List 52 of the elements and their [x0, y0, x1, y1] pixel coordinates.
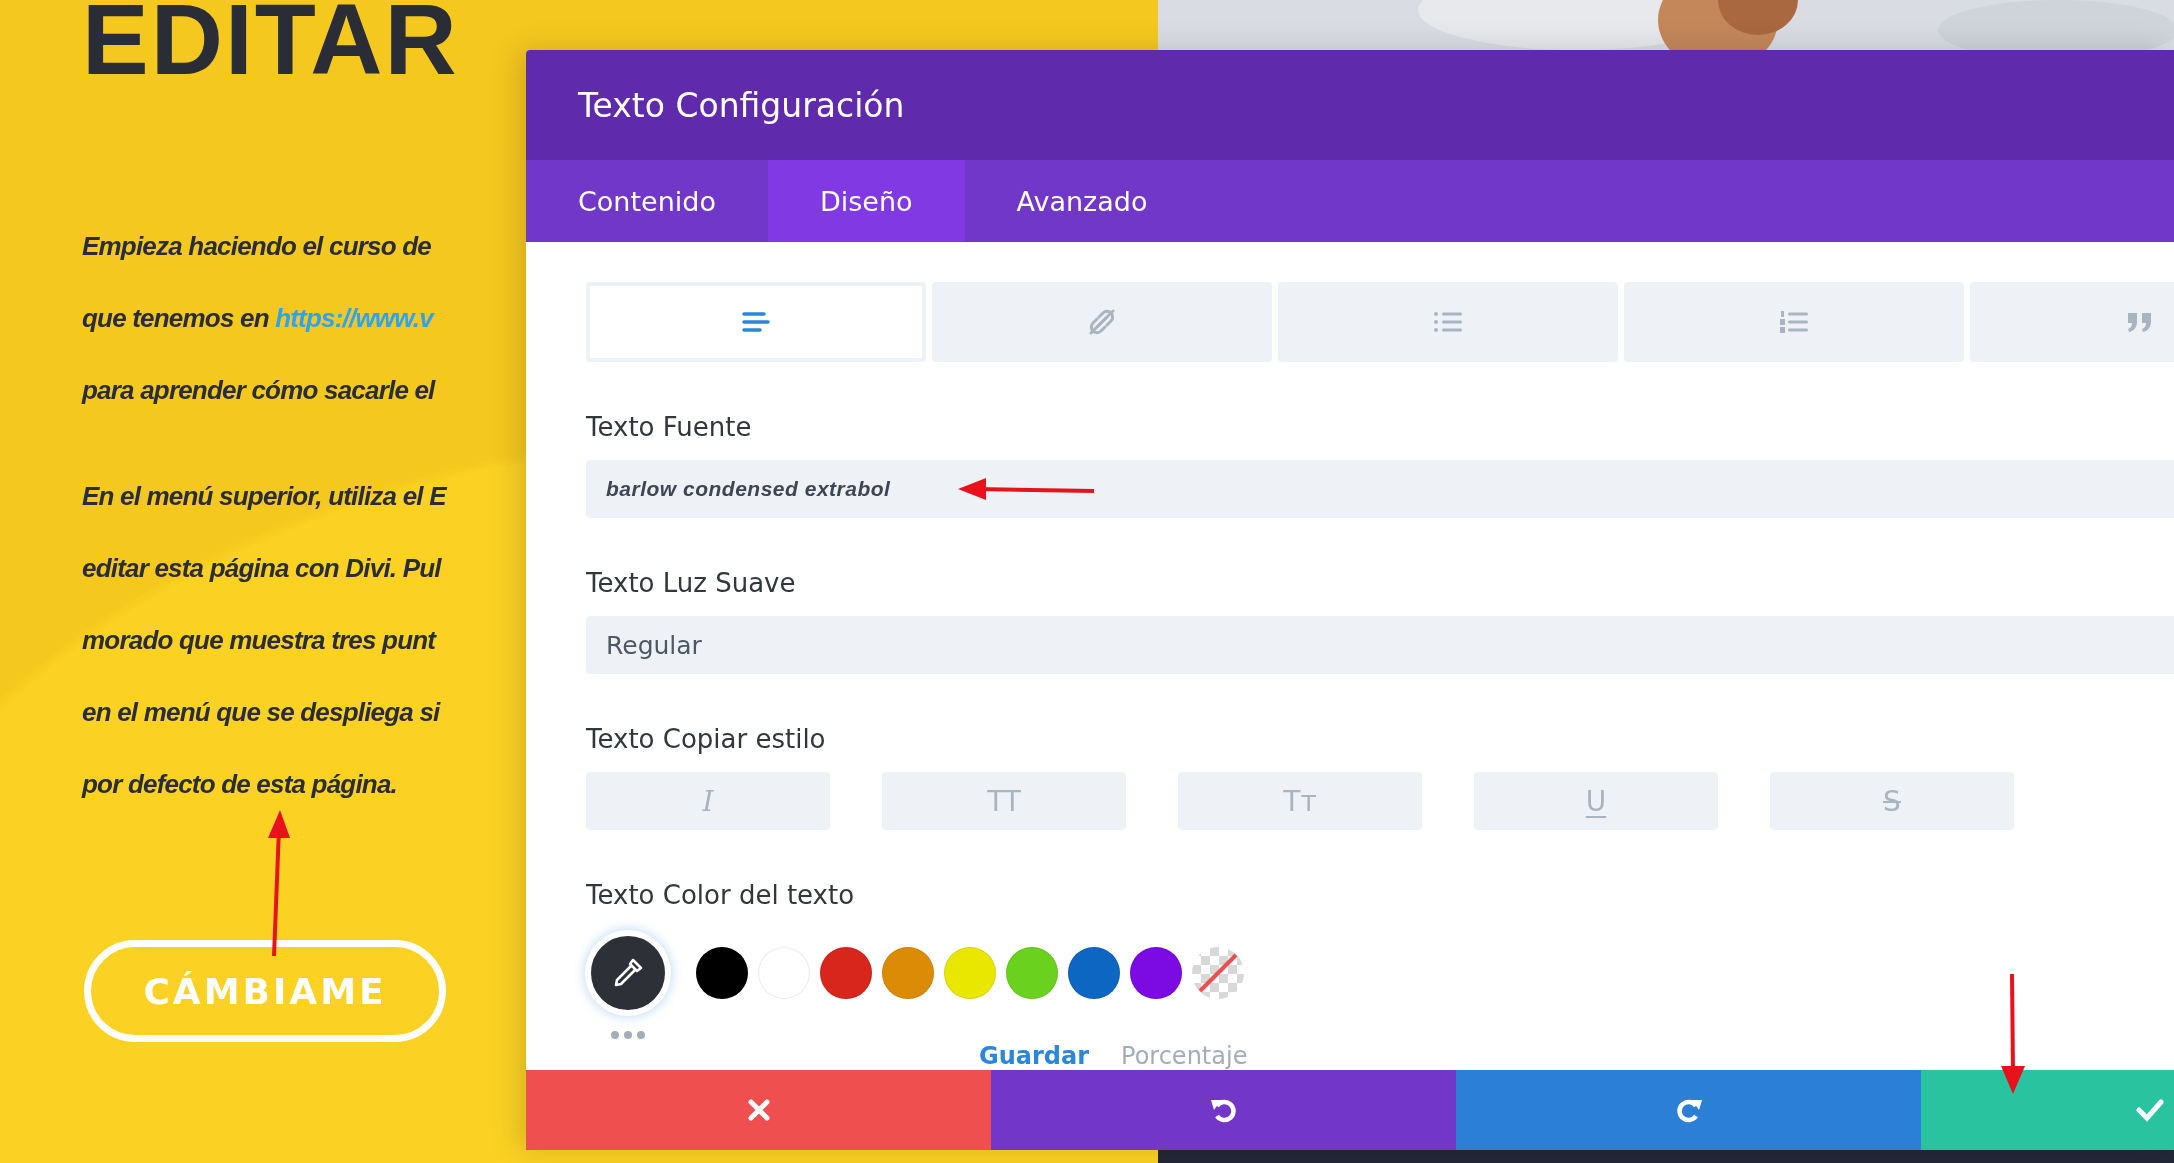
icon-tab[interactable] [932, 282, 1272, 362]
unlink-icon [1087, 307, 1117, 337]
tab[interactable]: Diseño [767, 160, 965, 242]
link[interactable]: https://www.v [275, 303, 433, 333]
field-label: Texto Fuente [586, 412, 753, 442]
color-swatch[interactable] [1006, 947, 1058, 999]
body-text: morado que muestra tres punt [82, 625, 436, 655]
text-style-button[interactable]: Tᴛ [1178, 772, 1422, 830]
tab[interactable]: Avanzado [964, 160, 1200, 242]
body-text: que tenemos en [82, 303, 270, 333]
field-label: Texto Luz Suave [586, 568, 797, 598]
color-swatch[interactable] [1130, 947, 1182, 999]
quote-icon [2126, 311, 2154, 333]
more-icon [610, 1030, 646, 1040]
cancel-button[interactable] [526, 1070, 991, 1150]
bullet-list-icon [1433, 310, 1463, 334]
weight-select[interactable]: Regular [586, 616, 2174, 674]
change-button[interactable]: CÁMBIAME [84, 940, 446, 1042]
numbered-list-icon [1779, 310, 1809, 334]
transparent-swatch[interactable] [1192, 947, 1244, 999]
color-swatch[interactable] [696, 947, 748, 999]
field-label: Texto Color del texto [586, 880, 856, 910]
color-swatch[interactable] [820, 947, 872, 999]
icon-tab[interactable] [1624, 282, 1964, 362]
text-style-button[interactable]: S [1770, 772, 2014, 830]
body-text: para aprender cómo sacarle el [82, 375, 435, 405]
icon-tab[interactable] [586, 282, 926, 362]
save-button[interactable] [1921, 1070, 2174, 1150]
text-style-button[interactable]: U [1474, 772, 1718, 830]
modal-title: Texto Configuración [578, 85, 905, 125]
align-left-icon [742, 311, 770, 333]
checkmark-icon [2136, 1098, 2164, 1122]
palette-link[interactable]: Porcentaje [1121, 1042, 1248, 1070]
text-style-button[interactable]: TT [882, 772, 1126, 830]
font-select[interactable]: barlow condensed extrabol [586, 460, 2174, 518]
close-icon [746, 1098, 771, 1122]
redo-button[interactable] [1456, 1070, 1921, 1150]
icon-tab[interactable] [1278, 282, 1618, 362]
body-text: En el menú superior, utiliza el E [82, 481, 446, 511]
body-text: editar esta página con Divi. Pul [82, 553, 441, 583]
page-heading: EDITAR [82, 0, 459, 78]
text-style-button[interactable]: I [586, 772, 830, 830]
palette-link[interactable]: Guardar [979, 1042, 1090, 1070]
color-swatch[interactable] [944, 947, 996, 999]
body-text: Empieza haciendo el curso de [82, 231, 431, 261]
field-label: Texto Copiar estilo [586, 724, 827, 754]
undo-button[interactable] [991, 1070, 1456, 1150]
color-swatch[interactable] [882, 947, 934, 999]
color-swatch[interactable] [1068, 947, 1120, 999]
body-text: por defecto de esta página. [82, 769, 398, 799]
body-text: en el menú que se despliega si [82, 697, 440, 727]
tab[interactable]: Contenido [526, 160, 768, 242]
